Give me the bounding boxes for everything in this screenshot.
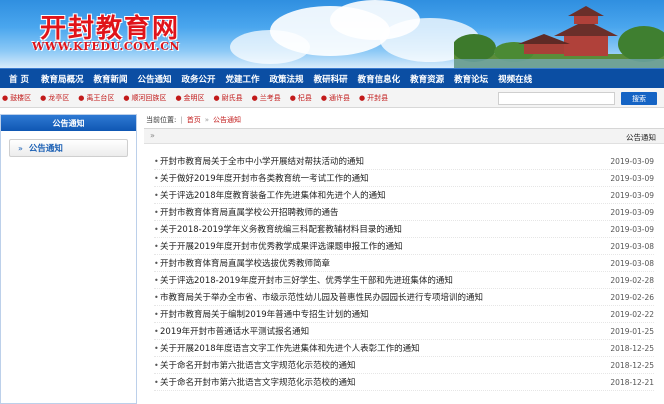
- list-item[interactable]: • 关于开展2019年度开封市优秀教学成果评选课题申报工作的通知 2019-03-0…: [154, 238, 654, 255]
- nav-research[interactable]: 教研科研: [314, 73, 348, 85]
- bullet-icon: ●: [78, 93, 85, 102]
- panel-header: » 公告通知: [144, 129, 664, 144]
- list-item[interactable]: • 开封市教育体育局直属学校公开招聘教师的通告 2019-03-09: [154, 204, 654, 221]
- breadcrumb-home[interactable]: 首页: [187, 115, 201, 125]
- list-item[interactable]: • 关于做好2019年度开封市各类教育统一考试工作的通知 2019-03-09: [154, 170, 654, 187]
- list-item[interactable]: • 关于评选2018-2019年度开封市三好学生、优秀学生干部和先进班集体的通知 2…: [154, 272, 654, 289]
- bullet-icon: ●: [123, 93, 130, 102]
- nav-education-news[interactable]: 教育新闻: [93, 73, 127, 85]
- list-item[interactable]: • 关于2018-2019学年义务教育统编三科配套教辅材料目录的通知 2019-03…: [154, 221, 654, 238]
- district-link[interactable]: ● 鼓楼区: [2, 93, 31, 103]
- chevron-right-icon: »: [204, 116, 210, 124]
- notice-panel: » 公告通知 • 开封市教育局关于全市中小学开展结对帮扶活动的通知 2019-03-…: [144, 128, 664, 404]
- district-link[interactable]: ● 龙亭区: [40, 93, 69, 103]
- bullet-icon: ●: [320, 93, 327, 102]
- search-input[interactable]: [498, 92, 615, 105]
- nav-policies[interactable]: 政策法规: [270, 73, 304, 85]
- district-link[interactable]: ● 开封县: [359, 93, 388, 103]
- nav-informatization[interactable]: 教育信息化: [358, 73, 401, 85]
- panel-title: 公告通知: [626, 133, 656, 142]
- main-nav: 首 页 教育局概况 教育新闻 公告通知 政务公开 党建工作 政策法规 教研科研 …: [0, 68, 664, 88]
- district-link[interactable]: ● 通许县: [321, 93, 350, 103]
- sidebar: 公告通知 » 公告通知: [0, 114, 137, 404]
- district-link[interactable]: ● 兰考县: [252, 93, 281, 103]
- breadcrumb-prefix: 当前位置:: [146, 116, 177, 124]
- list-item[interactable]: • 开封市教育局关于编制2019年普通中专招生计划的通知 2019-02-22: [154, 306, 654, 323]
- bullet-icon: ●: [251, 93, 258, 102]
- nav-home[interactable]: 首 页: [9, 73, 29, 85]
- district-link[interactable]: ● 顺河回族区: [123, 93, 166, 103]
- list-item[interactable]: • 开封市教育局关于全市中小学开展结对帮扶活动的通知 2019-03-09: [154, 153, 654, 170]
- sidebar-item-announcements[interactable]: » 公告通知: [9, 139, 128, 157]
- nav-bureau-overview[interactable]: 教育局概况: [41, 73, 84, 85]
- list-item[interactable]: • 市教育局关于举办全市省、市级示范性幼儿园及普惠性民办园园长进行专项培训的通知 2…: [154, 289, 654, 306]
- bullet-icon: ●: [40, 93, 47, 102]
- sidebar-item-label: 公告通知: [28, 144, 63, 154]
- header-banner: 开封教育网 WWW.KFEDU.COM.CN: [0, 0, 664, 68]
- breadcrumb: 当前位置: | 首页 » 公告通知: [146, 114, 241, 126]
- list-item[interactable]: • 关于命名开封市第六批语言文字规范化示范校的通知 2018-12-21: [154, 374, 654, 391]
- district-link[interactable]: ● 尉氏县: [214, 93, 243, 103]
- list-item[interactable]: • 2019年开封市普通话水平测试报名通知 2019-01-25: [154, 323, 654, 340]
- bullet-icon: ●: [175, 93, 182, 102]
- bullet-icon: ●: [213, 93, 220, 102]
- sidebar-title: 公告通知: [1, 115, 136, 131]
- nav-resources[interactable]: 教育资源: [410, 73, 444, 85]
- breadcrumb-current[interactable]: 公告通知: [213, 115, 241, 125]
- list-item[interactable]: • 关于开展2018年度语言文字工作先进集体和先进个人表彰工作的通知 2018-12…: [154, 340, 654, 357]
- cloud-decoration: [230, 30, 310, 64]
- nav-government-affairs[interactable]: 政务公开: [182, 73, 216, 85]
- list-item[interactable]: • 开封市教育体育局直属学校选拔优秀教师简章 2019-03-08: [154, 255, 654, 272]
- pavilion-illustration: [454, 6, 664, 68]
- list-item[interactable]: • 关于命名开封市第六批语言文字规范化示范校的通知 2018-12-25: [154, 357, 654, 374]
- nav-announcements[interactable]: 公告通知: [138, 73, 172, 85]
- bullet-icon: ●: [289, 93, 296, 102]
- bullet-icon: ●: [2, 93, 9, 102]
- double-chevron-right-icon: »: [18, 143, 23, 153]
- nav-party-building[interactable]: 党建工作: [226, 73, 260, 85]
- double-chevron-icon: »: [150, 131, 155, 140]
- nav-video[interactable]: 视频在线: [498, 73, 532, 85]
- list-item[interactable]: • 关于评选2018年度教育装备工作先进集体和先进个人的通知 2019-03-09: [154, 187, 654, 204]
- site-url[interactable]: WWW.KFEDU.COM.CN: [32, 40, 180, 53]
- district-link[interactable]: ● 金明区: [175, 93, 204, 103]
- district-link[interactable]: ● 杞县: [290, 93, 312, 103]
- breadcrumb-separator: |: [180, 116, 183, 124]
- bullet-icon: ●: [358, 93, 366, 102]
- search-button[interactable]: 搜索: [621, 92, 657, 105]
- district-link[interactable]: ● 禹王台区: [78, 93, 114, 103]
- nav-forum[interactable]: 教育论坛: [454, 73, 488, 85]
